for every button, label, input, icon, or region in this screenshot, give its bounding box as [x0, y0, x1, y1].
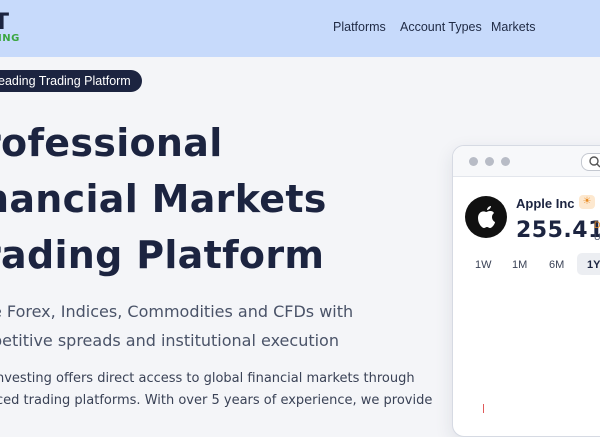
- stock-price: 255.41: [516, 218, 600, 243]
- window-dot-icon: [469, 157, 478, 166]
- hero-description-line-2: ced trading platforms. With over 5 years…: [0, 393, 433, 408]
- apple-logo-icon: [465, 196, 507, 238]
- period-1w[interactable]: 1W: [475, 259, 492, 271]
- logo-tagline: ING: [0, 33, 20, 44]
- period-6m[interactable]: 6M: [549, 259, 564, 271]
- hero-title-line-3: rading Platform: [0, 233, 325, 277]
- sun-icon[interactable]: ☀: [579, 195, 595, 209]
- navbar: T ING Platforms Account Types Markets: [0, 0, 600, 57]
- logo[interactable]: T: [0, 12, 9, 34]
- nav-link-markets[interactable]: Markets: [491, 20, 535, 34]
- currency-label: U: [594, 232, 600, 242]
- nav-link-platforms[interactable]: Platforms: [333, 20, 386, 34]
- window-dot-icon: [485, 157, 494, 166]
- hero-title-line-1: rofessional: [0, 121, 223, 165]
- stock-name: Apple Inc: [516, 196, 575, 211]
- stock-widget: Apple Inc ☀ 255.41 D U 1W 1M 6M 1Y: [452, 145, 600, 437]
- hero-subtitle-line-1: e Forex, Indices, Commodities and CFDs w…: [0, 302, 354, 321]
- window-dot-icon: [501, 157, 510, 166]
- chart-mark: [483, 404, 484, 413]
- hero-description-line-1: nvesting offers direct access to global …: [0, 371, 415, 386]
- hero-title-line-2: nancial Markets: [0, 177, 327, 221]
- hero-badge: eading Trading Platform: [0, 70, 142, 92]
- widget-search[interactable]: [581, 153, 600, 171]
- period-1m[interactable]: 1M: [512, 259, 527, 271]
- change-label: D: [594, 220, 600, 230]
- widget-title-bar: [453, 146, 600, 177]
- search-icon: [589, 156, 600, 168]
- hero-subtitle-line-2: petitive spreads and institutional execu…: [0, 331, 339, 350]
- nav-link-account-types[interactable]: Account Types: [400, 20, 482, 34]
- period-1y[interactable]: 1Y: [587, 259, 600, 271]
